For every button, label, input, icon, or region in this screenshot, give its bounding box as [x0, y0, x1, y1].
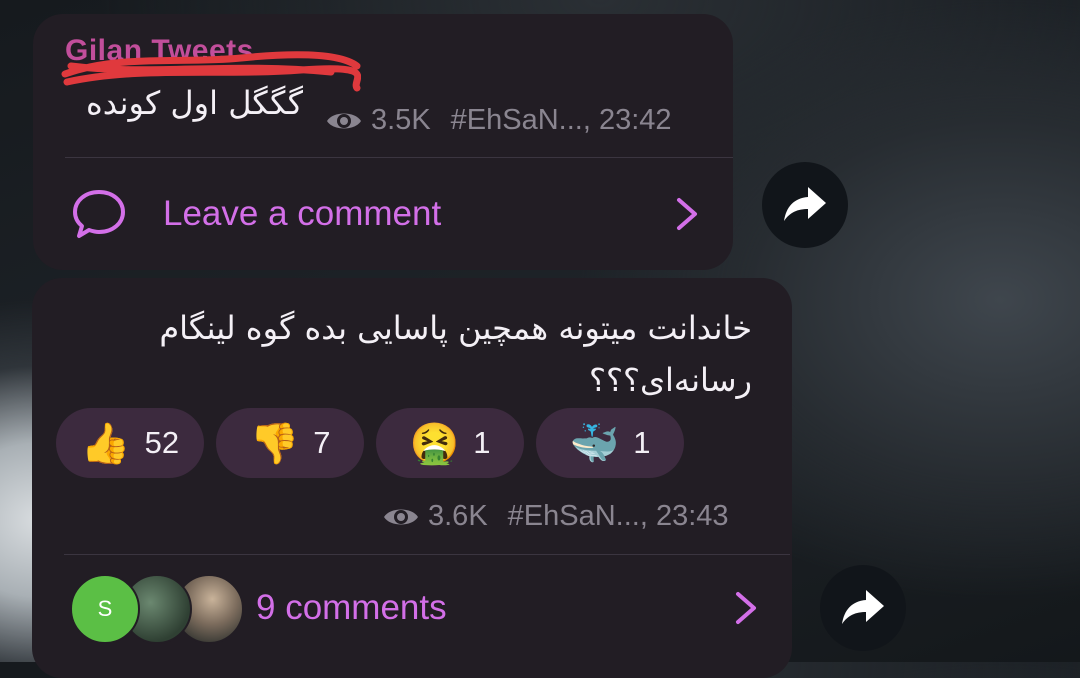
message-meta: 3.6K #EhSaN..., 23:43: [382, 500, 729, 533]
commenter-avatars: S: [70, 574, 244, 644]
message-text: خاندانت میتونه همچین پاسایی بده گوه لینگ…: [159, 309, 752, 399]
view-count: 3.5K: [371, 104, 431, 136]
leave-comment-label: Leave a comment: [163, 194, 442, 233]
message-bubble-1[interactable]: Gilan Tweets گگگل اول کونده 3.5K #EhSaN.…: [33, 14, 733, 270]
divider: [65, 157, 733, 158]
share-arrow-icon: [784, 187, 826, 221]
view-count: 3.6K: [428, 500, 488, 532]
message-text: گگگل اول کونده: [86, 84, 303, 122]
leave-comment-button[interactable]: Leave a comment: [71, 180, 711, 246]
eye-icon: [327, 113, 361, 128]
chevron-right-icon: [736, 592, 756, 624]
message-meta: 3.5K #EhSaN..., 23:42: [325, 104, 672, 137]
share-button[interactable]: [762, 162, 848, 248]
reactions-bar: 👍 52 👎 7 🤮 1 🐳 1: [56, 408, 684, 478]
chevron-right-icon: [677, 198, 697, 230]
reaction-thumbs-down[interactable]: 👎 7: [216, 408, 364, 478]
divider: [64, 554, 790, 555]
comments-count-label: 9 comments: [256, 588, 447, 627]
reaction-vomit[interactable]: 🤮 1: [376, 408, 524, 478]
share-button[interactable]: [820, 565, 906, 651]
reaction-count: 1: [633, 425, 651, 460]
whale-icon: 🐳: [569, 420, 620, 467]
thumbs-up-icon: 👍: [80, 420, 131, 467]
comments-button[interactable]: S 9 comments: [70, 574, 770, 644]
thumbs-down-icon: 👎: [249, 420, 300, 467]
avatar: S: [70, 574, 140, 644]
reaction-count: 7: [313, 425, 331, 460]
post-signature: #EhSaN..., 23:42: [450, 104, 672, 136]
post-signature: #EhSaN..., 23:43: [507, 500, 729, 532]
eye-icon: [384, 509, 418, 524]
message-bubble-2[interactable]: خاندانت میتونه همچین پاسایی بده گوه لینگ…: [32, 278, 792, 678]
share-arrow-icon: [842, 590, 884, 624]
comment-bubble-icon: [73, 190, 125, 238]
reaction-thumbs-up[interactable]: 👍 52: [56, 408, 204, 478]
reaction-count: 52: [144, 425, 180, 460]
reaction-whale[interactable]: 🐳 1: [536, 408, 684, 478]
reaction-count: 1: [473, 425, 491, 460]
vomiting-face-icon: 🤮: [409, 420, 460, 467]
